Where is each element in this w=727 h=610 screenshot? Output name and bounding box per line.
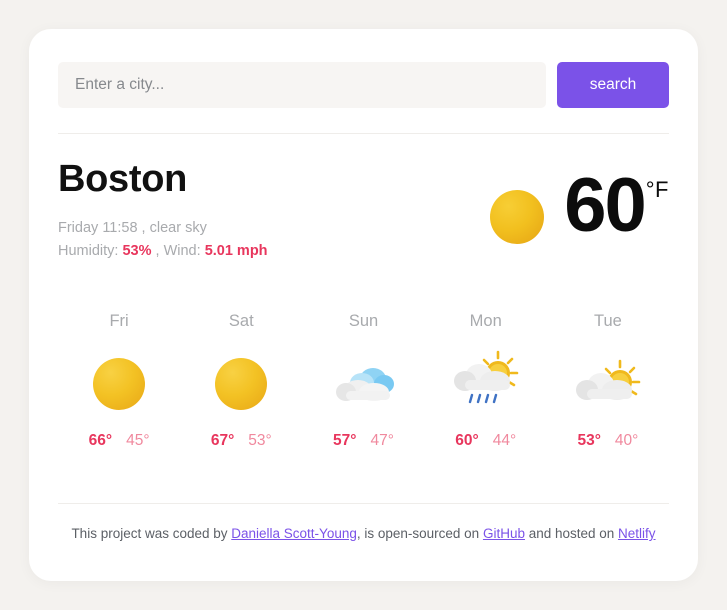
forecast-day-temps: 67° 53° (180, 432, 302, 450)
forecast-day-temps: 57° 47° (302, 432, 424, 450)
forecast-day: Tue 53° 40° (547, 312, 669, 450)
forecast-day-label: Tue (594, 312, 622, 330)
forecast-day: Sat 67° 53° (180, 312, 302, 450)
forecast-temp-max: 67° (210, 432, 235, 449)
search-form: search (58, 62, 669, 108)
sun-shower-icon (425, 346, 547, 422)
current-temperature-block: 60 °F (490, 163, 669, 248)
forecast-temp-max: 60° (455, 432, 479, 449)
wind-label: , Wind: (151, 242, 205, 259)
search-input[interactable] (58, 62, 546, 108)
forecast-temp-min: 53° (248, 432, 272, 449)
forecast-day: Fri 66° 45° (58, 312, 180, 450)
forecast-day: Sun 57° 47° (302, 312, 424, 450)
forecast-day-temps: 53° 40° (547, 432, 669, 450)
footer-middle: , is open-sourced on (356, 526, 483, 541)
current-conditions: Boston Friday 11:58 , clear sky Humidity… (58, 159, 669, 280)
forecast-day: Mon 60° 44° (425, 312, 547, 450)
forecast-temp-min: 47° (370, 432, 394, 449)
forecast-temp-max: 57° (333, 432, 357, 449)
forecast-temp-min: 40° (614, 432, 639, 449)
footer-between: and hosted on (524, 526, 619, 541)
github-link[interactable]: GitHub (483, 526, 525, 541)
footer-prefix: This project was coded by (71, 526, 232, 541)
forecast-temp-max: 66° (88, 432, 113, 449)
forecast-row: Fri 66° 45° Sat 67° 53° Sun 57° 47° Mon … (58, 312, 669, 450)
divider-bottom (58, 503, 669, 504)
humidity-value: 53% (122, 242, 152, 259)
temperature-unit[interactable]: °F (645, 170, 669, 203)
forecast-day-label: Fri (109, 312, 129, 330)
search-button[interactable]: search (557, 62, 669, 108)
current-temperature: 60 (564, 163, 647, 248)
forecast-day-temps: 66° 45° (58, 432, 180, 450)
divider-top (58, 133, 669, 134)
sun-icon (58, 346, 180, 422)
forecast-day-label: Sun (348, 312, 379, 330)
forecast-temp-max: 53° (577, 432, 601, 449)
author-link[interactable]: Daniella Scott-Young (231, 526, 357, 541)
footer: This project was coded by Daniella Scott… (58, 524, 669, 544)
netlify-link[interactable]: Netlify (618, 526, 656, 541)
forecast-temp-min: 45° (126, 432, 150, 449)
wind-value: 5.01 mph (204, 242, 268, 259)
forecast-day-label: Sat (228, 312, 254, 330)
forecast-day-temps: 60° 44° (425, 432, 547, 450)
sun-icon (180, 346, 302, 422)
forecast-day-label: Mon (469, 312, 502, 330)
humidity-label: Humidity: (58, 242, 123, 259)
forecast-temp-min: 44° (492, 432, 517, 449)
cloudy-icon (302, 346, 424, 422)
partly-cloudy-icon (547, 346, 669, 422)
weather-card: search Boston Friday 11:58 , clear sky H… (29, 29, 698, 581)
sun-icon (490, 190, 545, 244)
